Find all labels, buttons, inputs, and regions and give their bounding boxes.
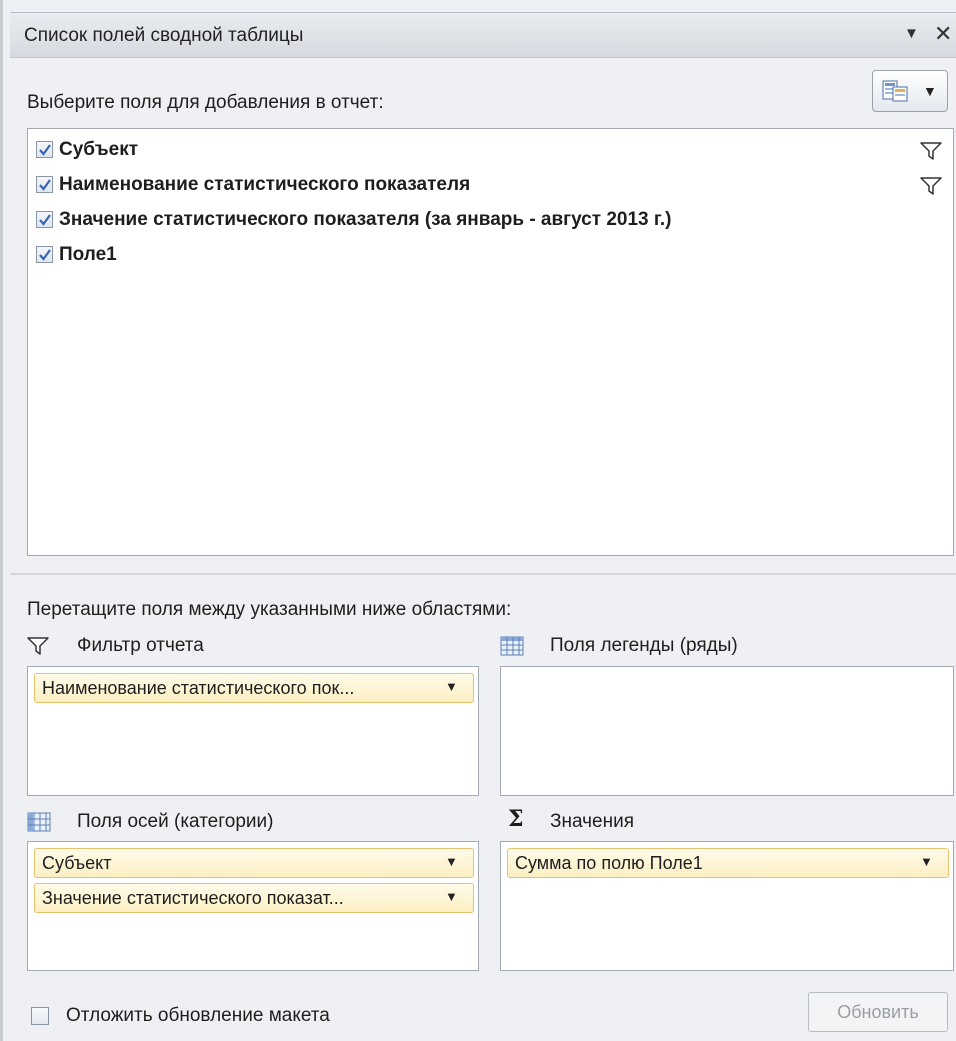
funnel-icon[interactable]	[920, 141, 942, 161]
funnel-icon	[27, 637, 49, 655]
chevron-down-icon[interactable]: ▼	[445, 679, 458, 694]
dropdown-triangle-icon[interactable]: ▼	[904, 25, 919, 42]
defer-update-label: Отложить обновление макета	[66, 1005, 330, 1026]
field-item[interactable]: Наименование статистического показателя	[36, 170, 946, 200]
report-filter-field[interactable]: Наименование статистического пок... ▼	[34, 673, 474, 703]
funnel-icon[interactable]	[920, 176, 942, 196]
values-header: Σ Значения	[508, 806, 948, 837]
field-checkbox[interactable]	[36, 141, 53, 158]
chevron-down-icon: ▼	[923, 83, 937, 99]
axis-fields-area[interactable]: Субъект ▼ Значение статистического показ…	[27, 841, 479, 971]
splitter[interactable]	[10, 573, 956, 575]
axis-field[interactable]: Субъект ▼	[34, 848, 474, 878]
report-filter-area[interactable]: Наименование статистического пок... ▼	[27, 666, 479, 796]
axis-fields-header: Поля осей (категории)	[27, 809, 467, 837]
task-pane-title: Список полей сводной таблицы	[24, 25, 304, 46]
values-area[interactable]: Сумма по полю Поле1 ▼	[500, 841, 954, 971]
field-item[interactable]: Субъект	[36, 135, 946, 165]
field-pill-label: Сумма по полю Поле1	[515, 853, 703, 873]
defer-update-checkbox[interactable]	[31, 1007, 49, 1025]
chevron-down-icon[interactable]: ▼	[445, 889, 458, 904]
legend-fields-label: Поля легенды (ряды)	[550, 635, 738, 656]
field-checkbox[interactable]	[36, 246, 53, 263]
field-checkbox[interactable]	[36, 211, 53, 228]
legend-fields-area[interactable]	[500, 666, 954, 796]
values-label: Значения	[550, 811, 634, 832]
axis-fields-label: Поля осей (категории)	[77, 811, 274, 832]
drag-fields-label: Перетащите поля между указанными ниже об…	[27, 599, 512, 620]
layout-options-button[interactable]: ▼	[872, 70, 948, 112]
report-filter-label: Фильтр отчета	[77, 635, 204, 656]
choose-fields-label: Выберите поля для добавления в отчет:	[27, 92, 384, 113]
field-label: Наименование статистического показателя	[59, 174, 471, 195]
axis-field[interactable]: Значение статистического показат... ▼	[34, 883, 474, 913]
field-label: Субъект	[59, 139, 139, 160]
field-pill-label: Субъект	[42, 853, 112, 873]
field-list-layout-icon	[882, 80, 908, 102]
field-label: Значение статистического показателя (за …	[59, 209, 672, 230]
update-button[interactable]: Обновить	[808, 992, 948, 1032]
field-checkbox[interactable]	[36, 176, 53, 193]
value-field[interactable]: Сумма по полю Поле1 ▼	[507, 848, 949, 878]
field-item[interactable]: Значение статистического показателя (за …	[36, 205, 946, 235]
sigma-icon: Σ	[508, 806, 524, 832]
legend-fields-header: Поля легенды (ряды)	[500, 633, 940, 661]
task-pane-title-bar: Список полей сводной таблицы ▼ ✕	[10, 12, 956, 58]
window-edge	[0, 0, 3, 1041]
grid-table-icon	[500, 636, 524, 656]
grid-table-icon	[27, 812, 51, 832]
field-label: Поле1	[59, 244, 117, 265]
field-pill-label: Наименование статистического пок...	[42, 678, 355, 698]
field-pill-label: Значение статистического показат...	[42, 888, 344, 908]
report-filter-header: Фильтр отчета	[27, 633, 467, 661]
chevron-down-icon[interactable]: ▼	[445, 854, 458, 869]
chevron-down-icon[interactable]: ▼	[920, 854, 933, 869]
field-list[interactable]: Субъект Наименование статистического пок…	[27, 128, 954, 556]
close-icon[interactable]: ✕	[934, 21, 952, 47]
field-item[interactable]: Поле1	[36, 240, 946, 270]
